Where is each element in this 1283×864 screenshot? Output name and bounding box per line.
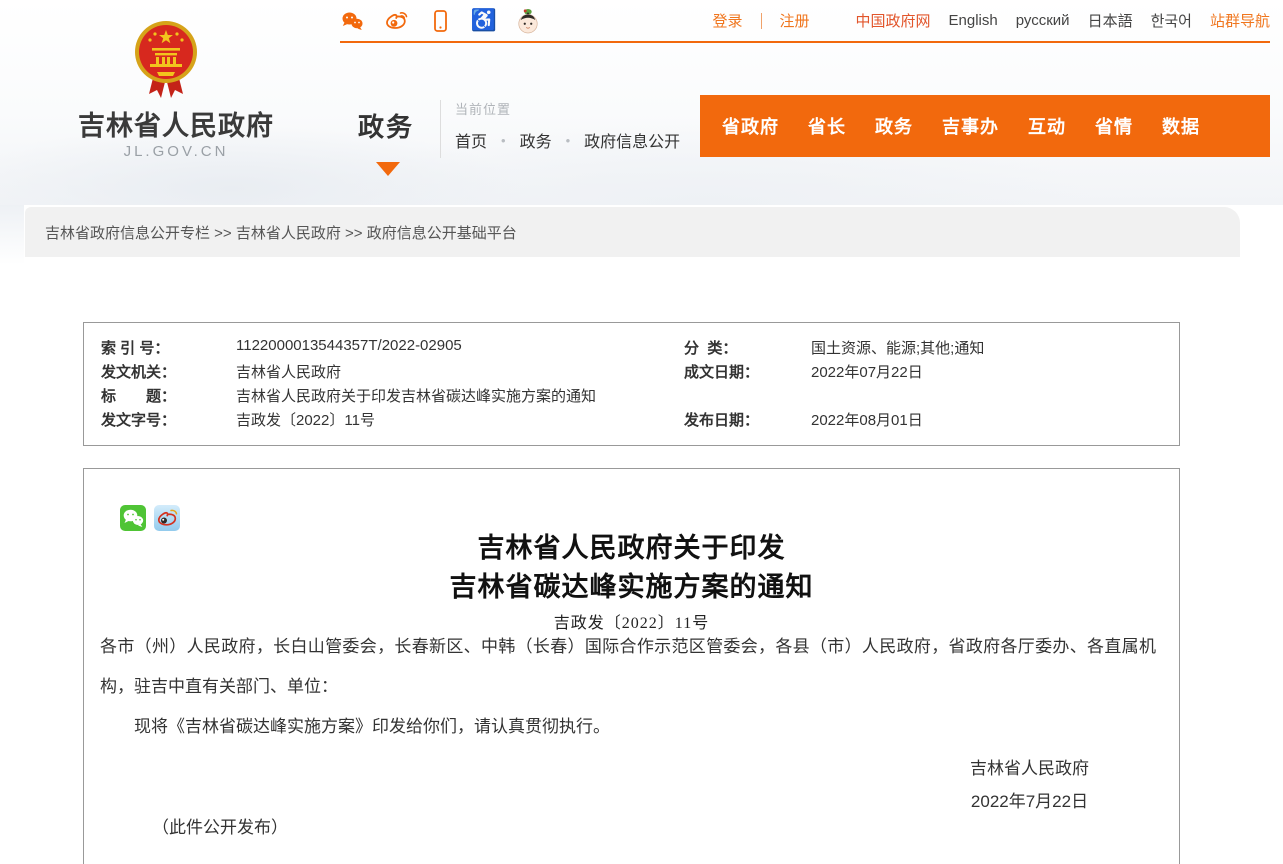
- nav-item-interaction[interactable]: 互动: [1028, 113, 1066, 139]
- meta-date-written-value: 2022年07月22日: [811, 361, 923, 382]
- nav-item-data[interactable]: 数据: [1162, 113, 1200, 139]
- site-name[interactable]: 吉林省人民政府: [76, 104, 276, 143]
- background-tint: [0, 205, 24, 265]
- wechat-icon[interactable]: [340, 9, 364, 33]
- document-title-line2: 吉林省碳达峰实施方案的通知: [84, 568, 1179, 607]
- mascot-icon[interactable]: [516, 9, 540, 33]
- divider: [761, 13, 762, 29]
- document-metadata-box: 索 引 号： 1122000013544357T/2022-02905 分 类：…: [83, 322, 1180, 446]
- china-gov-link[interactable]: 中国政府网: [856, 10, 931, 31]
- main-nav: 省政府 省长 政务 吉事办 互动 省情 数据: [700, 95, 1270, 157]
- breadcrumb-separator: •: [566, 133, 571, 148]
- accessibility-icon[interactable]: ♿: [472, 9, 496, 33]
- meta-title-value: 吉林省人民政府关于印发吉林省碳达峰实施方案的通知: [236, 385, 596, 406]
- lang-japanese-link[interactable]: 日本語: [1088, 10, 1133, 31]
- utility-links: 登录 注册 中国政府网 English русский 日本語 한국어 站群导航: [712, 10, 1270, 31]
- breadcrumb-home[interactable]: 首页: [455, 128, 487, 152]
- document-footnote: （此件公开发布）: [152, 813, 288, 838]
- breadcrumb-zhengwu[interactable]: 政务: [520, 128, 552, 152]
- breadcrumb-separator: •: [501, 133, 506, 148]
- meta-title-label: 标 题：: [101, 385, 176, 406]
- page: ♿ 登录 注册 中国政府网 English русс: [0, 0, 1283, 864]
- document-paragraph-notice: 现将《吉林省碳达峰实施方案》印发给你们，请认真贯彻执行。: [100, 707, 1156, 747]
- meta-issuer-value: 吉林省人民政府: [236, 361, 341, 382]
- login-link[interactable]: 登录: [712, 10, 742, 31]
- meta-doc-no-value: 吉政发〔2022〕11号: [236, 409, 375, 430]
- lang-russian-link[interactable]: русский: [1016, 12, 1070, 29]
- meta-row-index: 索 引 号： 1122000013544357T/2022-02905 分 类：…: [84, 337, 1179, 361]
- site-domain: JL.GOV.CN: [76, 143, 276, 160]
- meta-index-value: 1122000013544357T/2022-02905: [236, 337, 462, 354]
- signature-org: 吉林省人民政府: [970, 752, 1089, 785]
- breadcrumb-info-disclosure[interactable]: 政府信息公开: [584, 128, 680, 152]
- mobile-icon[interactable]: [428, 9, 452, 33]
- top-utility-bar: ♿ 登录 注册 中国政府网 English русс: [340, 0, 1270, 43]
- lang-korean-link[interactable]: 한국어: [1151, 10, 1192, 31]
- divider: [440, 100, 441, 158]
- meta-row-doc-no: 发文字号： 吉政发〔2022〕11号 发布日期： 2022年08月01日: [84, 409, 1179, 433]
- meta-row-title: 标 题： 吉林省人民政府关于印发吉林省碳达峰实施方案的通知: [84, 385, 1179, 409]
- nav-item-provincial-government[interactable]: 省政府: [722, 113, 779, 139]
- meta-date-pub-value: 2022年08月01日: [811, 409, 923, 430]
- share-weibo-icon[interactable]: [154, 505, 180, 531]
- lang-english-link[interactable]: English: [949, 12, 998, 29]
- document-title-line1: 吉林省人民政府关于印发: [84, 529, 1179, 568]
- nav-item-zhengwu[interactable]: 政务: [875, 113, 913, 139]
- document-signature: 吉林省人民政府 2022年7月22日: [970, 752, 1089, 818]
- meta-date-pub-label: 发布日期：: [684, 409, 759, 430]
- meta-category-value: 国土资源、能源;其他;通知: [811, 337, 984, 358]
- site-group-nav-link[interactable]: 站群导航: [1210, 10, 1270, 31]
- meta-index-label: 索 引 号：: [101, 337, 169, 358]
- nav-item-governor[interactable]: 省长: [808, 113, 846, 139]
- weibo-icon[interactable]: [384, 9, 408, 33]
- national-emblem: [133, 20, 199, 104]
- meta-date-written-label: 成文日期：: [684, 361, 759, 382]
- current-location-label: 当前位置: [455, 99, 511, 118]
- document-content-box: 吉林省人民政府关于印发 吉林省碳达峰实施方案的通知 吉政发〔2022〕11号 各…: [83, 468, 1180, 864]
- document-body: 各市（州）人民政府，长白山管委会，长春新区、中韩（长春）国际合作示范区管委会，各…: [100, 627, 1156, 747]
- meta-doc-no-label: 发文字号：: [101, 409, 176, 430]
- meta-row-issuer: 发文机关： 吉林省人民政府 成文日期： 2022年07月22日: [84, 361, 1179, 385]
- breadcrumb: 首页 • 政务 • 政府信息公开: [455, 128, 680, 152]
- document-title: 吉林省人民政府关于印发 吉林省碳达峰实施方案的通知: [84, 529, 1179, 607]
- section-title: 政务: [358, 107, 414, 144]
- platform-breadcrumb-bar: 吉林省政府信息公开专栏 >> 吉林省人民政府 >> 政府信息公开基础平台: [25, 207, 1240, 257]
- share-wechat-icon[interactable]: [120, 505, 146, 531]
- platform-breadcrumb-text[interactable]: 吉林省政府信息公开专栏 >> 吉林省人民政府 >> 政府信息公开基础平台: [45, 222, 517, 243]
- caret-down-icon: [376, 162, 400, 176]
- document-paragraph-recipients: 各市（州）人民政府，长白山管委会，长春新区、中韩（长春）国际合作示范区管委会，各…: [100, 627, 1156, 707]
- social-icons: ♿: [340, 9, 540, 33]
- register-link[interactable]: 注册: [780, 10, 810, 31]
- meta-issuer-label: 发文机关：: [101, 361, 176, 382]
- meta-category-label: 分 类：: [684, 337, 737, 358]
- nav-item-province-overview[interactable]: 省情: [1095, 113, 1133, 139]
- signature-date: 2022年7月22日: [970, 785, 1089, 818]
- nav-item-jishiban[interactable]: 吉事办: [942, 113, 999, 139]
